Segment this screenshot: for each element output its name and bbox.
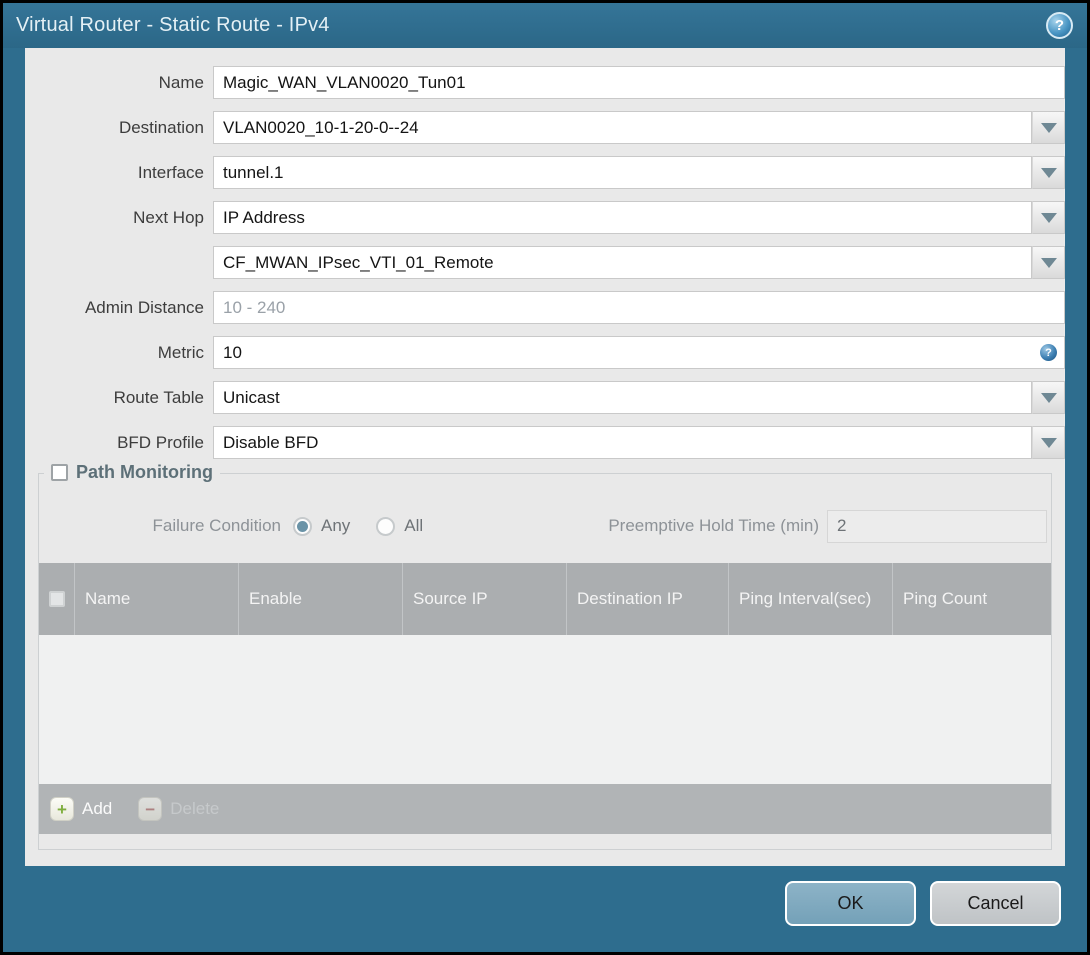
bfd-profile-select[interactable] (213, 426, 1032, 459)
chevron-down-icon (1040, 212, 1057, 223)
preemptive-hold-time-label: Preemptive Hold Time (min) (608, 516, 819, 535)
bfd-profile-dropdown-button[interactable] (1032, 426, 1065, 459)
metric-input[interactable] (213, 336, 1065, 369)
failure-condition-label: Failure Condition (152, 516, 281, 535)
bfd-profile-label: BFD Profile (117, 432, 204, 452)
path-monitoring-table: Name Enable Source IP Destination IP Pin… (39, 563, 1051, 834)
next-hop-type-dropdown-button[interactable] (1032, 201, 1065, 234)
destination-label: Destination (118, 117, 204, 137)
minus-icon: − (138, 797, 163, 821)
destination-input[interactable] (213, 111, 1032, 144)
ok-button[interactable]: OK (785, 881, 916, 926)
form-row-next-hop-address (25, 246, 1065, 279)
form-row-route-table: Route Table (25, 381, 1065, 414)
dialog-body: Name Destination Interface (25, 48, 1065, 866)
table-toolbar: + Add − Delete (39, 784, 1051, 834)
interface-label: Interface (137, 162, 204, 182)
select-all-header-cell (39, 563, 74, 635)
admin-distance-input[interactable] (213, 291, 1065, 324)
admin-distance-label: Admin Distance (84, 297, 204, 317)
failure-condition-row: Failure Condition Any All Preemptive Hol… (39, 509, 1051, 543)
delete-button[interactable]: − Delete (138, 797, 219, 821)
failure-condition-any-label: Any (321, 516, 351, 535)
form-row-name: Name (25, 66, 1065, 99)
column-header-source-ip[interactable]: Source IP (402, 563, 566, 635)
next-hop-address-input[interactable] (213, 246, 1032, 279)
form-row-destination: Destination (25, 111, 1065, 144)
interface-input[interactable] (213, 156, 1032, 189)
add-button-label: Add (82, 799, 113, 818)
name-input[interactable] (213, 66, 1065, 99)
select-all-checkbox[interactable] (48, 591, 65, 607)
chevron-down-icon (1040, 122, 1057, 133)
form-row-next-hop: Next Hop (25, 201, 1065, 234)
form-row-metric: Metric ? (25, 336, 1065, 369)
help-icon[interactable]: ? (1046, 12, 1073, 39)
name-label: Name (158, 72, 204, 92)
column-header-enable[interactable]: Enable (238, 563, 402, 635)
dialog-window: Virtual Router - Static Route - IPv4 ? N… (0, 0, 1090, 955)
form-row-bfd-profile: BFD Profile (25, 426, 1065, 459)
column-header-ping-interval[interactable]: Ping Interval(sec) (728, 563, 892, 635)
column-header-name[interactable]: Name (74, 563, 238, 635)
dialog-title: Virtual Router - Static Route - IPv4 (16, 14, 330, 36)
chevron-down-icon (1040, 437, 1057, 448)
path-monitoring-checkbox[interactable] (51, 464, 68, 481)
route-table-label: Route Table (113, 387, 204, 407)
dialog-frame: Virtual Router - Static Route - IPv4 ? N… (3, 3, 1087, 952)
destination-dropdown-button[interactable] (1032, 111, 1065, 144)
metric-help-icon[interactable]: ? (1040, 344, 1057, 361)
metric-label: Metric (157, 342, 204, 362)
delete-button-label: Delete (170, 799, 220, 818)
path-monitoring-section: Path Monitoring Failure Condition Any Al… (38, 462, 1052, 850)
path-monitoring-legend: Path Monitoring (44, 462, 220, 483)
column-header-destination-ip[interactable]: Destination IP (566, 563, 728, 635)
titlebar: Virtual Router - Static Route - IPv4 ? (3, 3, 1087, 48)
chevron-down-icon (1040, 392, 1057, 403)
route-table-select[interactable] (213, 381, 1032, 414)
dialog-footer: OK Cancel (3, 866, 1087, 952)
form-row-admin-distance: Admin Distance (25, 291, 1065, 324)
table-header-row: Name Enable Source IP Destination IP Pin… (39, 563, 1051, 635)
table-body-empty (39, 635, 1051, 784)
preemptive-hold-time-input[interactable] (827, 509, 1047, 543)
failure-condition-any-radio[interactable] (293, 516, 312, 536)
failure-condition-all-radio[interactable] (376, 516, 396, 536)
next-hop-address-dropdown-button[interactable] (1032, 246, 1065, 279)
path-monitoring-title: Path Monitoring (76, 462, 213, 482)
form-row-interface: Interface (25, 156, 1065, 189)
route-table-dropdown-button[interactable] (1032, 381, 1065, 414)
chevron-down-icon (1040, 257, 1057, 268)
interface-dropdown-button[interactable] (1032, 156, 1065, 189)
cancel-button[interactable]: Cancel (930, 881, 1061, 926)
next-hop-label: Next Hop (133, 207, 204, 227)
plus-icon: + (50, 797, 74, 821)
failure-condition-all-label: All (404, 516, 424, 535)
column-header-ping-count[interactable]: Ping Count (892, 563, 1051, 635)
add-button[interactable]: + Add (50, 797, 112, 821)
next-hop-type-select[interactable] (213, 201, 1032, 234)
chevron-down-icon (1040, 167, 1057, 178)
